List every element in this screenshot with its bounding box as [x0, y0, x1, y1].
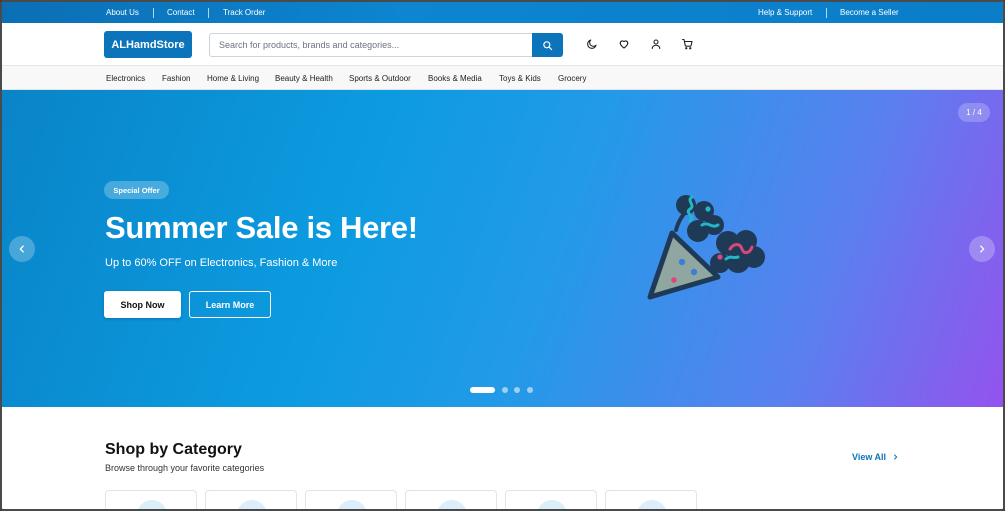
category-icon	[437, 500, 467, 509]
next-slide-button[interactable]	[969, 236, 995, 262]
slide-dot-2[interactable]	[502, 387, 508, 393]
store-logo[interactable]: ALHamdStore	[104, 31, 192, 58]
section-title: Shop by Category	[105, 441, 242, 458]
shop-now-button[interactable]: Shop Now	[104, 291, 181, 318]
category-card[interactable]	[405, 490, 497, 509]
party-popper-icon	[647, 195, 765, 300]
section-subtitle: Browse through your favorite categories	[105, 463, 265, 473]
theme-toggle-button[interactable]	[584, 36, 600, 52]
chevron-right-icon	[980, 245, 985, 253]
divider	[826, 8, 827, 18]
main-header: ALHamdStore	[2, 23, 1003, 66]
cart-icon	[681, 38, 693, 50]
hero-carousel: 1 / 4 Special Offer Summer Sale is Here!…	[2, 90, 1003, 407]
search-input[interactable]	[209, 33, 532, 57]
category-icon	[137, 500, 167, 509]
heart-icon	[619, 40, 629, 49]
category-card[interactable]	[605, 490, 697, 509]
wishlist-button[interactable]	[616, 36, 632, 52]
prev-slide-button[interactable]	[9, 236, 35, 262]
category-icon	[637, 500, 667, 509]
cart-button[interactable]	[679, 36, 695, 52]
hero-subtitle: Up to 60% OFF on Electronics, Fashion & …	[105, 257, 338, 269]
chevron-right-icon	[894, 454, 898, 460]
slide-dot-3[interactable]	[514, 387, 520, 393]
page: About Us Contact Track Order Help & Supp…	[2, 2, 1003, 509]
slide-dot-4[interactable]	[527, 387, 533, 393]
top-bar: About Us Contact Track Order Help & Supp…	[2, 2, 1003, 23]
category-card[interactable]	[305, 490, 397, 509]
nav-books-media[interactable]: Books & Media	[428, 74, 482, 83]
category-icon	[537, 500, 567, 509]
slide-counter: 1 / 4	[958, 103, 990, 122]
about-us-link[interactable]: About Us	[106, 9, 139, 17]
search-icon	[543, 40, 553, 50]
category-icon	[237, 500, 267, 509]
nav-home-living[interactable]: Home & Living	[207, 74, 259, 83]
moon-icon	[587, 39, 597, 49]
learn-more-button[interactable]: Learn More	[189, 291, 271, 318]
divider	[153, 8, 154, 18]
category-nav: Electronics Fashion Home & Living Beauty…	[2, 66, 1003, 90]
become-seller-link[interactable]: Become a Seller	[840, 9, 899, 17]
category-card[interactable]	[505, 490, 597, 509]
nav-toys-kids[interactable]: Toys & Kids	[499, 74, 541, 83]
user-icon	[651, 39, 661, 50]
nav-sports-outdoor[interactable]: Sports & Outdoor	[349, 74, 411, 83]
help-support-link[interactable]: Help & Support	[758, 9, 812, 17]
category-card[interactable]	[105, 490, 197, 509]
category-icon	[337, 500, 367, 509]
slide-dot-1[interactable]	[470, 387, 495, 393]
special-offer-badge: Special Offer	[104, 181, 169, 199]
account-button[interactable]	[648, 36, 664, 52]
nav-beauty-health[interactable]: Beauty & Health	[275, 74, 333, 83]
view-all-label: View All	[852, 452, 887, 462]
hero-headline: Summer Sale is Here!	[105, 210, 418, 245]
search-button[interactable]	[532, 33, 563, 57]
category-card[interactable]	[205, 490, 297, 509]
chevron-left-icon	[19, 245, 24, 253]
nav-fashion[interactable]: Fashion	[162, 74, 190, 83]
divider	[208, 8, 209, 18]
nav-electronics[interactable]: Electronics	[106, 74, 145, 83]
browser-frame: About Us Contact Track Order Help & Supp…	[0, 0, 1005, 511]
track-order-link[interactable]: Track Order	[223, 9, 265, 17]
nav-grocery[interactable]: Grocery	[558, 74, 586, 83]
view-all-link[interactable]: View All	[852, 452, 899, 462]
contact-link[interactable]: Contact	[167, 9, 195, 17]
